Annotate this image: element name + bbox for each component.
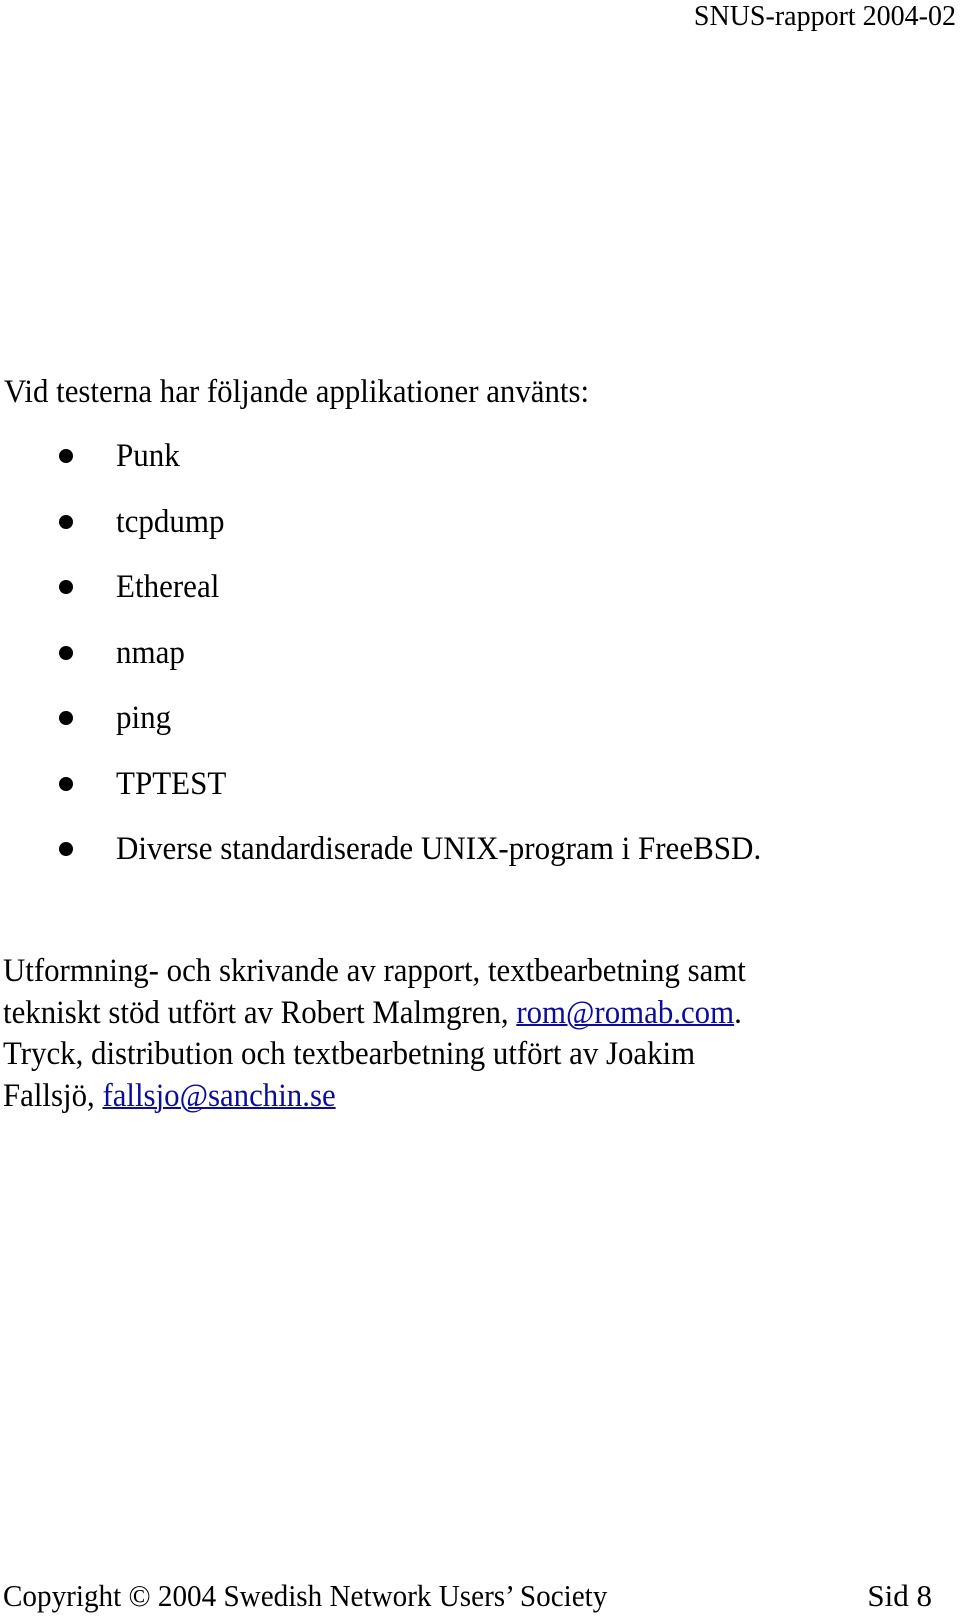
credits-line-1: Utformning- och skrivande av rapport, te… xyxy=(3,953,746,989)
bullet-icon xyxy=(59,449,73,463)
page-header-title: SNUS-rapport 2004-02 xyxy=(693,1,956,32)
footer-page-number: Sid 8 xyxy=(867,1578,932,1613)
credits-line-4: Fallsjö, fallsjo@sanchin.se xyxy=(3,1076,746,1118)
list-item-label: Punk xyxy=(116,438,180,474)
list-item-label: ping xyxy=(116,700,172,736)
list-item-label: nmap xyxy=(116,634,185,671)
bullet-icon xyxy=(59,711,73,725)
list-item-label: tcpdump xyxy=(116,503,225,540)
list-item-label: Ethereal xyxy=(116,569,220,605)
credits-line-2-text: tekniskt stöd utfört av Robert Malmgren, xyxy=(3,994,517,1031)
list-item-label: TPTEST xyxy=(116,765,227,802)
bullet-icon xyxy=(59,776,73,791)
intro-text: Vid testerna har följande applikationer … xyxy=(4,374,590,410)
list-item-label: Diverse standardiserade UNIX-program i F… xyxy=(116,831,762,867)
email-link-robert-malmgren[interactable]: rom@romab.com xyxy=(516,995,734,1031)
bullet-icon xyxy=(59,645,73,660)
credits-line-2-period: . xyxy=(734,994,742,1031)
bullet-icon xyxy=(59,514,73,529)
credits-line-2: tekniskt stöd utfört av Robert Malmgren,… xyxy=(3,993,746,1035)
credits-line-4-text: Fallsjö, xyxy=(3,1077,103,1114)
bullet-icon xyxy=(59,580,73,594)
credits-paragraph: Utformning- och skrivande av rapport, te… xyxy=(3,951,798,1117)
email-link-joakim-fallsjo[interactable]: fallsjo@sanchin.se xyxy=(102,1078,335,1114)
footer-copyright: Copyright © 2004 Swedish Network Users’ … xyxy=(3,1578,608,1613)
bullet-icon xyxy=(59,842,73,856)
credits-line-3: Tryck, distribution och textbearbetning … xyxy=(3,1036,696,1072)
